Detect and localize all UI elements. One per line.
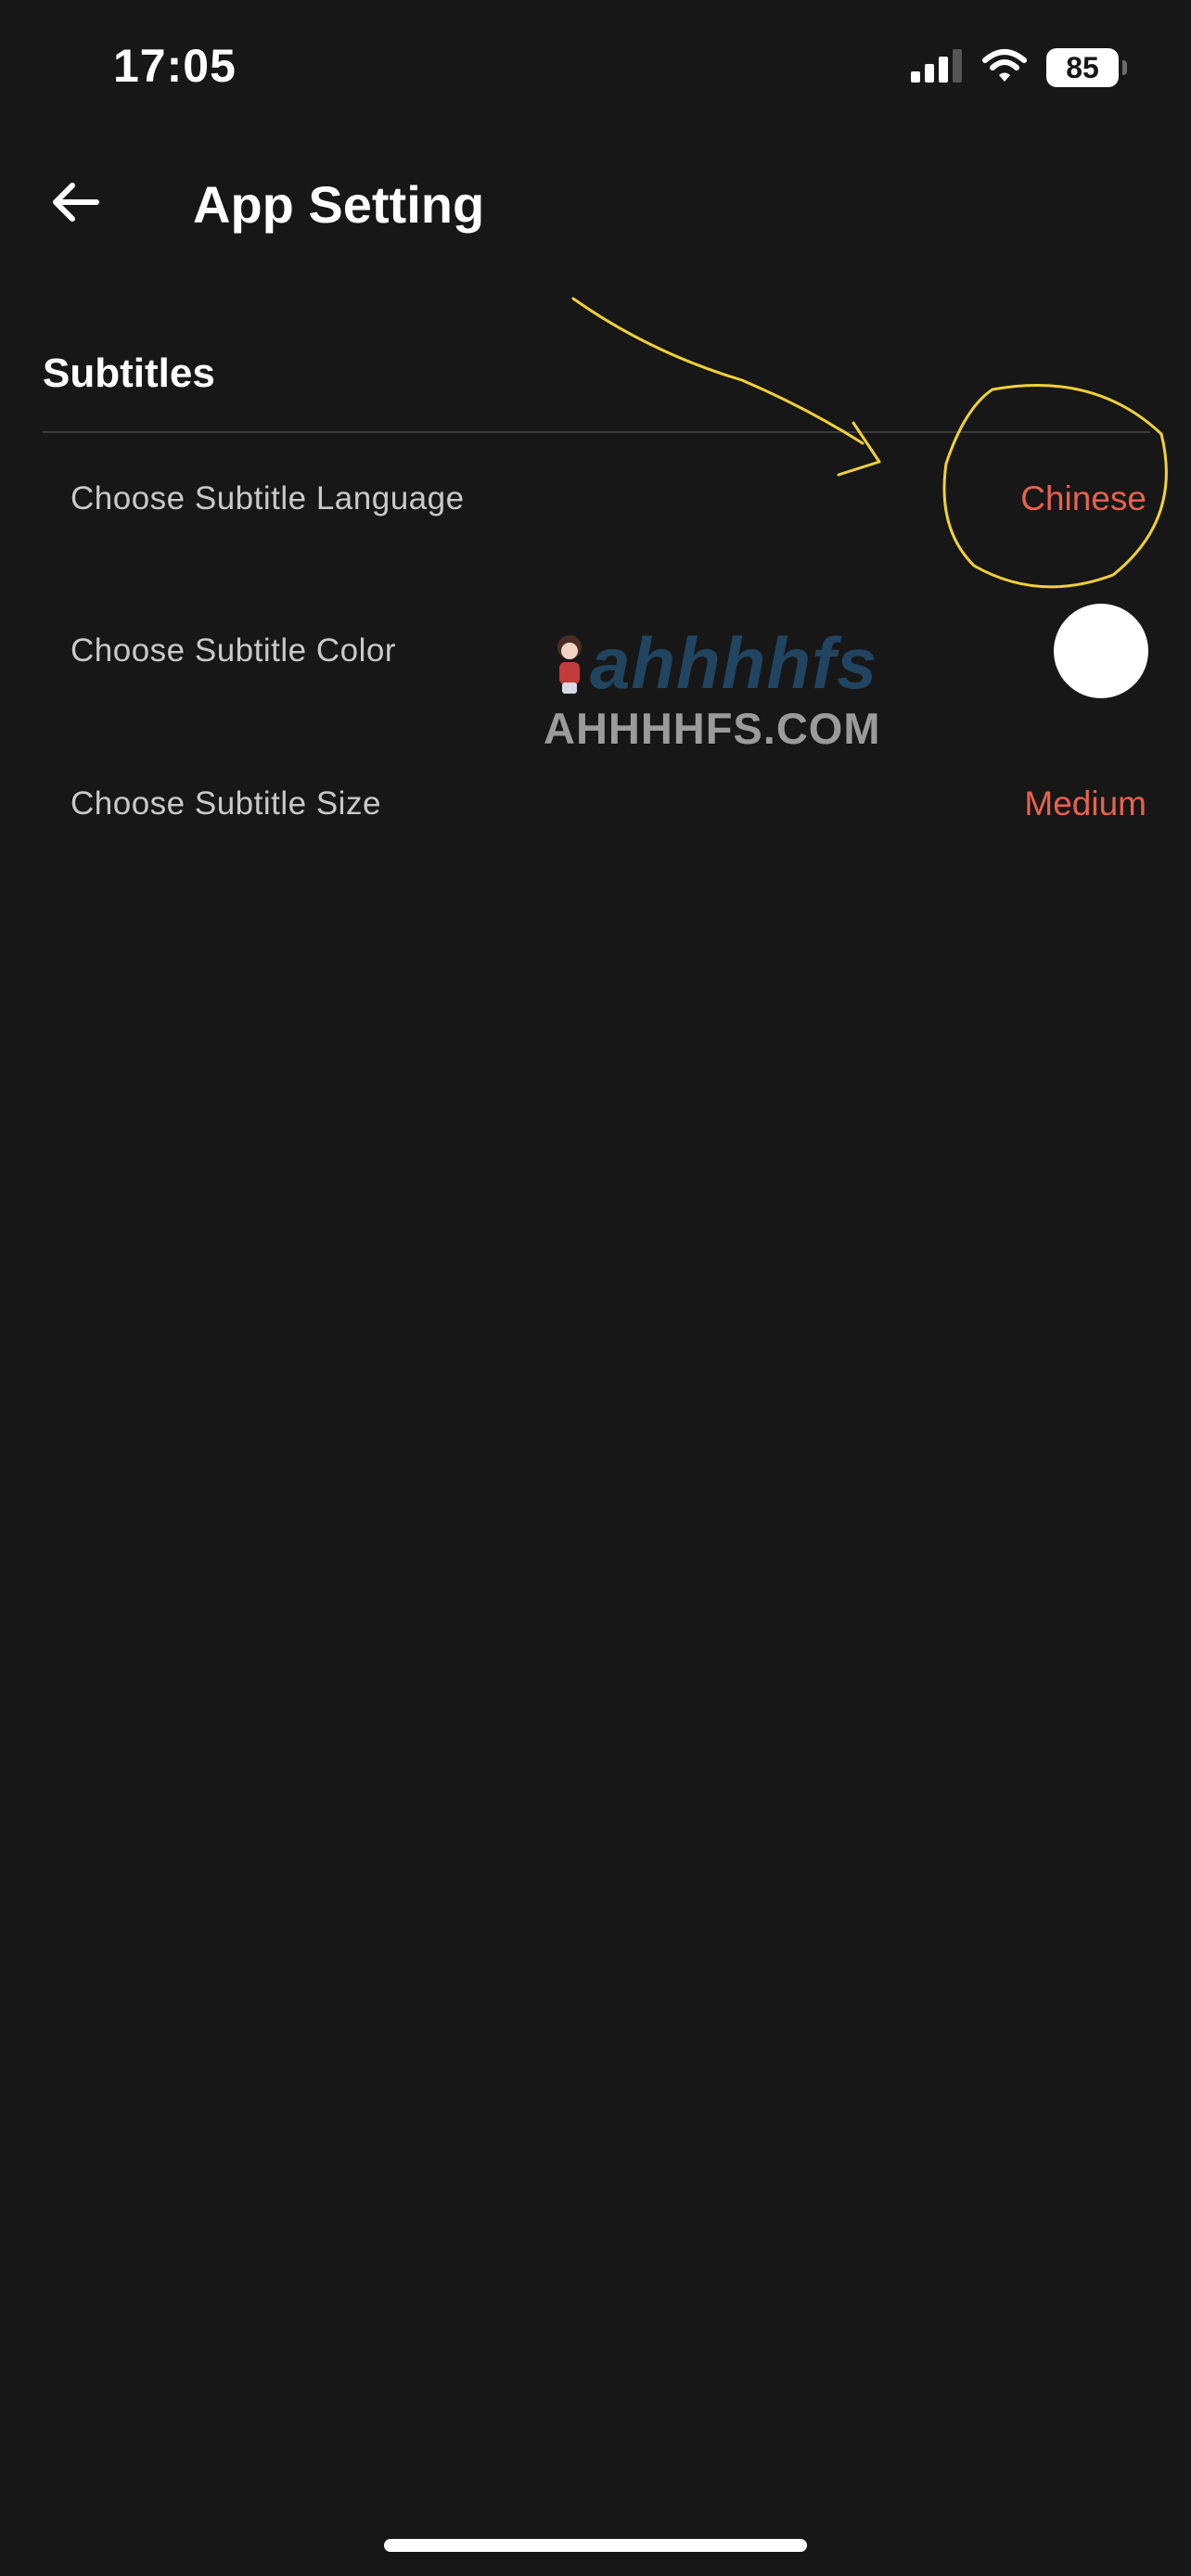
mascot-icon bbox=[551, 632, 588, 695]
arrow-left-icon bbox=[48, 180, 100, 229]
setting-label: Choose Subtitle Color bbox=[70, 632, 396, 669]
page-title: App Setting bbox=[193, 175, 485, 234]
wifi-icon bbox=[981, 47, 1028, 89]
battery-nub bbox=[1122, 60, 1127, 75]
setting-row-subtitle-size[interactable]: Choose Subtitle Size Medium bbox=[43, 744, 1150, 864]
subtitle-size-value[interactable]: Medium bbox=[1024, 784, 1146, 823]
setting-label: Choose Subtitle Language bbox=[70, 480, 465, 516]
watermark-text: AHHHHFS.COM bbox=[544, 704, 881, 753]
battery-level: 85 bbox=[1066, 50, 1099, 84]
watermark-logo: ahhhhfs bbox=[590, 622, 878, 704]
home-indicator[interactable] bbox=[384, 2539, 807, 2552]
section-header-subtitles: Subtitles bbox=[43, 351, 215, 396]
annotation-arrow bbox=[571, 297, 864, 445]
cellular-signal-icon bbox=[911, 47, 963, 89]
section-divider bbox=[43, 431, 1150, 433]
watermark: ahhhhfs AHHHHFS.COM bbox=[544, 621, 924, 760]
status-icons: 85 bbox=[911, 45, 1127, 91]
setting-label: Choose Subtitle Size bbox=[70, 785, 381, 822]
subtitle-color-swatch[interactable] bbox=[1054, 604, 1148, 698]
setting-row-subtitle-language[interactable]: Choose Subtitle Language Chinese bbox=[43, 439, 1150, 559]
status-time: 17:05 bbox=[113, 40, 237, 92]
status-bar: 17:05 85 bbox=[0, 0, 1191, 139]
subtitle-language-value[interactable]: Chinese bbox=[1020, 479, 1146, 518]
battery-icon: 85 bbox=[1046, 48, 1127, 87]
back-button[interactable] bbox=[39, 169, 109, 239]
